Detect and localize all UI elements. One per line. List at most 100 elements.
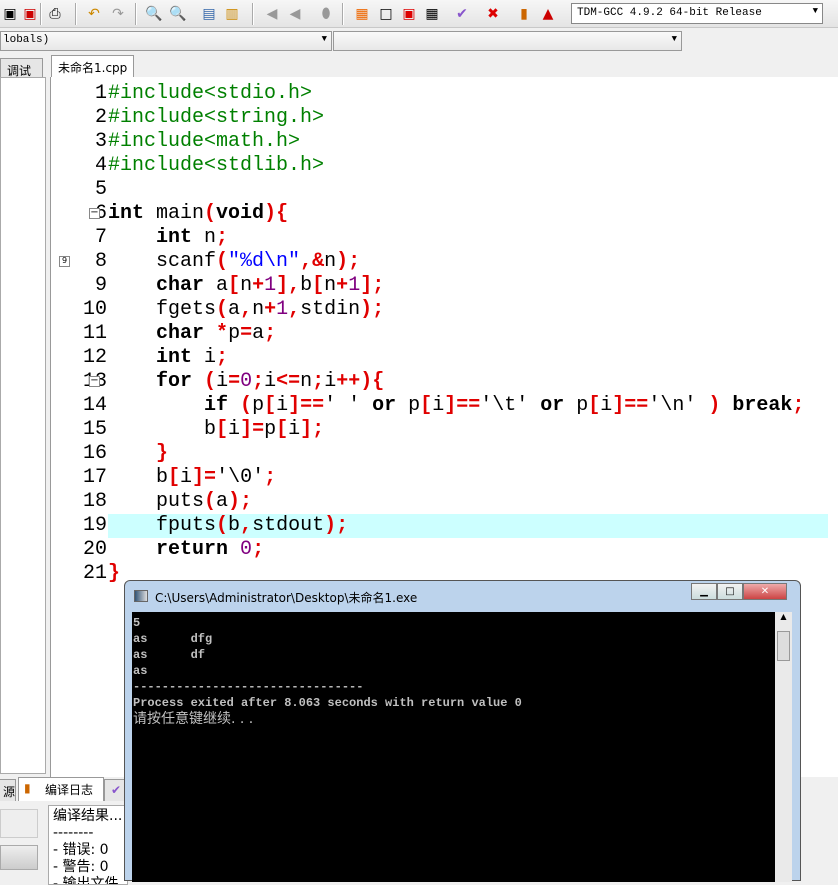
tab-label: 未命名1.cpp: [58, 61, 128, 75]
bookmark-back-icon[interactable]: ◀: [262, 4, 282, 24]
symbol-combo[interactable]: ▼: [333, 31, 682, 51]
chart-icon: ▮: [24, 781, 31, 795]
maximize-button[interactable]: □: [717, 583, 743, 600]
line-number: 17: [82, 466, 107, 489]
toggle-bookmark-icon[interactable]: ⬮: [316, 4, 336, 24]
code-line[interactable]: #include<stdio.h>: [108, 82, 828, 106]
code-line[interactable]: fputs(b,stdout);: [108, 514, 828, 538]
tab-file[interactable]: 未命名1.cpp: [51, 55, 135, 78]
code-token: ,: [240, 298, 253, 321]
console-scrollbar[interactable]: ▲: [775, 612, 792, 882]
button[interactable]: [0, 809, 38, 838]
bookmark-forward-icon[interactable]: ◀: [285, 4, 305, 24]
code-line[interactable]: puts(a);: [108, 490, 828, 514]
scroll-up-icon[interactable]: ▲: [775, 612, 792, 629]
replace-icon[interactable]: 🔍: [168, 4, 188, 24]
code-line[interactable]: b[i]='\0';: [108, 466, 828, 490]
code-token: (: [216, 298, 229, 321]
left-panel: [0, 77, 46, 774]
code-token: [: [264, 394, 277, 417]
code-token: #include<math.h>: [108, 130, 301, 153]
code-token: &: [312, 250, 325, 273]
code-line[interactable]: b[i]=p[i];: [108, 418, 828, 442]
console-line: Process exited after 8.063 seconds with …: [133, 696, 522, 710]
scope-value: lobals): [3, 34, 50, 46]
chevron-down-icon: ▼: [671, 34, 677, 44]
chart-icon[interactable]: ▮: [514, 4, 534, 24]
code-line[interactable]: scanf("%d\n",&n);: [108, 250, 828, 274]
stop-icon[interactable]: ✖: [483, 4, 503, 24]
code-token: <=: [276, 370, 301, 393]
new-project-icon[interactable]: ▦: [352, 4, 372, 24]
code-token: i: [288, 418, 301, 441]
code-line[interactable]: int main(void){: [108, 202, 828, 226]
code-token: [: [228, 274, 241, 297]
code-line[interactable]: return 0;: [108, 538, 828, 562]
code-line[interactable]: }: [108, 442, 828, 466]
close-button[interactable]: ✕: [743, 583, 787, 600]
console-line: 5: [133, 616, 141, 630]
layout-icon[interactable]: ▣: [399, 4, 419, 24]
code-line[interactable]: [108, 178, 828, 202]
undo-icon[interactable]: ↶: [84, 4, 104, 24]
code-token: ],: [276, 274, 301, 297]
code-token: +: [264, 298, 277, 321]
code-token: ): [708, 394, 721, 417]
code-line[interactable]: char *p=a;: [108, 322, 828, 346]
scroll-thumb[interactable]: [777, 631, 790, 661]
redo-icon[interactable]: ↷: [108, 4, 128, 24]
code-token: [: [276, 418, 289, 441]
code-token: "%d\n": [228, 250, 301, 273]
code-line[interactable]: #include<stdlib.h>: [108, 154, 828, 178]
code-token: int: [156, 226, 193, 249]
tab-label: 源: [3, 785, 16, 799]
code-token: *: [216, 322, 229, 345]
separator: [252, 3, 254, 25]
code-line[interactable]: char a[n+1],b[n+1];: [108, 274, 828, 298]
log-line: --------: [53, 825, 94, 841]
button[interactable]: [0, 845, 38, 870]
find-icon[interactable]: 🔍: [144, 4, 164, 24]
code-token: 1: [348, 274, 361, 297]
check-syntax-icon[interactable]: ✔: [452, 4, 472, 24]
compiler-select[interactable]: TDM-GCC 4.9.2 64-bit Release ▼: [571, 3, 823, 24]
tab-resources[interactable]: 源: [0, 779, 16, 801]
scope-combo[interactable]: lobals) ▼: [0, 31, 332, 51]
code-line[interactable]: #include<string.h>: [108, 106, 828, 130]
separator: [342, 3, 344, 25]
code-line[interactable]: fgets(a,n+1,stdin);: [108, 298, 828, 322]
fold-toggle-icon[interactable]: −: [89, 376, 100, 387]
code-line[interactable]: #include<math.h>: [108, 130, 828, 154]
profile-icon[interactable]: ▲: [538, 4, 558, 24]
minimize-button[interactable]: ▁: [691, 583, 717, 600]
print-icon[interactable]: ⎙: [45, 4, 65, 24]
code-token: );: [336, 250, 361, 273]
grid-icon[interactable]: ▦: [422, 4, 442, 24]
code-line[interactable]: int i;: [108, 346, 828, 370]
separator: [135, 3, 137, 25]
code-token: }: [156, 442, 169, 465]
compiler-value: TDM-GCC 4.9.2 64-bit Release: [577, 7, 762, 19]
code-token: p: [252, 394, 265, 417]
code-token: 1: [276, 298, 289, 321]
tab-debug-check[interactable]: ✔: [104, 779, 126, 801]
tab-compile-log[interactable]: ▮ 编译日志: [18, 777, 104, 801]
window-icon[interactable]: □: [376, 4, 396, 24]
indent-icon[interactable]: ▤: [199, 4, 219, 24]
unindent-icon[interactable]: ▥: [222, 4, 242, 24]
compile-icon[interactable]: ▣: [0, 4, 20, 24]
code-line[interactable]: int n;: [108, 226, 828, 250]
code-token: b: [228, 514, 241, 537]
code-line[interactable]: for (i=0;i<=n;i++){: [108, 370, 828, 394]
code-token: n: [300, 370, 313, 393]
code-token: '\t': [480, 394, 541, 417]
code-token: ;: [264, 322, 277, 345]
code-token: ]=: [240, 418, 265, 441]
close-file-icon[interactable]: ▣: [20, 4, 40, 24]
code-line[interactable]: if (p[i]==' ' or p[i]=='\t' or p[i]=='\n…: [108, 394, 828, 418]
code-token: ,: [288, 298, 301, 321]
fold-toggle-icon[interactable]: −: [89, 208, 100, 219]
